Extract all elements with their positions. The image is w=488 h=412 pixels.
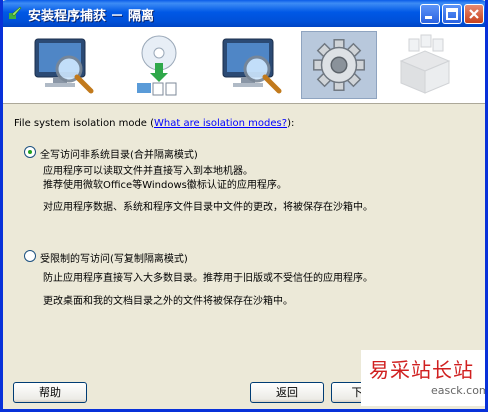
writecopy-isolation-label[interactable]: 受限制的写访问(写复制隔离模式) bbox=[40, 250, 188, 265]
gear-icon bbox=[313, 39, 365, 91]
title-bar[interactable]: 安装程序捕获 － 隔离 bbox=[3, 0, 485, 27]
maximize-icon bbox=[446, 8, 458, 20]
minimize-icon bbox=[425, 16, 432, 19]
monitor-search-icon bbox=[222, 38, 282, 94]
merged-isolation-desc-2: 推荐使用微软Office等Windows徽标认证的应用程序。 bbox=[43, 180, 287, 191]
step-package bbox=[387, 31, 463, 99]
site-watermark: 易采站长站 easck.com bbox=[361, 350, 485, 406]
writecopy-isolation-desc-1: 防止应用程序直接写入大多数目录。推荐用于旧版或不受信任的应用程序。 bbox=[43, 273, 373, 284]
isolation-modes-link[interactable]: What are isolation modes? bbox=[154, 118, 287, 129]
isolation-heading: File system isolation mode (What are iso… bbox=[14, 118, 294, 129]
window-title: 安装程序捕获 － 隔离 bbox=[28, 9, 155, 24]
back-button[interactable]: 返回 bbox=[250, 382, 324, 403]
step-verify bbox=[213, 31, 289, 99]
monitor-search-icon bbox=[34, 38, 94, 94]
watermark-text: 易采站长站 bbox=[369, 358, 474, 382]
close-icon bbox=[469, 9, 479, 19]
installer-window: 安装程序捕获 － 隔离 File system isolation mode (… bbox=[0, 0, 488, 412]
package-box-icon bbox=[399, 34, 451, 94]
close-button[interactable] bbox=[464, 4, 484, 24]
maximize-button[interactable] bbox=[442, 4, 462, 24]
minimize-button[interactable] bbox=[420, 4, 440, 24]
step-install bbox=[121, 31, 197, 99]
writecopy-isolation-radio[interactable] bbox=[24, 250, 36, 262]
disc-install-icon bbox=[137, 35, 177, 96]
heading-prefix: File system isolation mode ( bbox=[14, 118, 155, 129]
merged-isolation-desc-3: 对应用程序数据、系统和程序文件目录中文件的更改，将被保存在沙箱中。 bbox=[43, 202, 373, 213]
heading-suffix: ): bbox=[287, 118, 295, 129]
watermark-url: easck.com bbox=[431, 384, 488, 397]
step-analyze bbox=[25, 31, 101, 99]
writecopy-isolation-desc-2: 更改桌面和我的文档目录之外的文件将被保存在沙箱中。 bbox=[43, 296, 293, 307]
step-banner bbox=[3, 27, 485, 104]
merged-isolation-label[interactable]: 全写访问非系统目录(合并隔离模式) bbox=[40, 146, 198, 161]
help-button[interactable]: 帮助 bbox=[13, 382, 87, 403]
merged-isolation-radio[interactable] bbox=[24, 146, 36, 158]
app-icon bbox=[9, 6, 22, 19]
step-isolation bbox=[301, 31, 377, 99]
merged-isolation-desc-1: 应用程序可以读取文件并直接写入到本地机器。 bbox=[43, 166, 253, 177]
